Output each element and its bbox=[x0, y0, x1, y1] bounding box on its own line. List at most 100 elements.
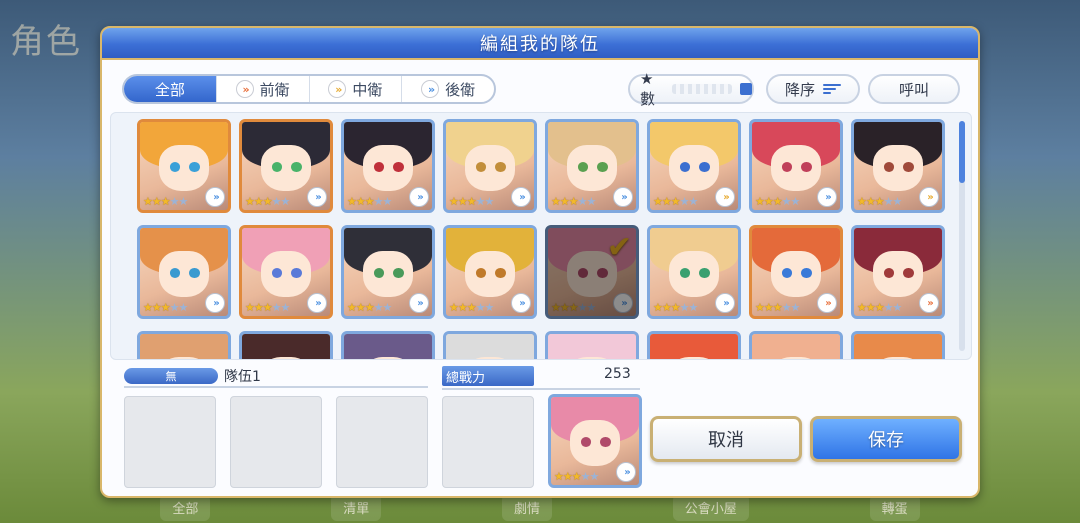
bg-nav-item: 清單 bbox=[331, 494, 382, 521]
character-card[interactable]: ★★★★★ » ✔ bbox=[545, 225, 639, 319]
star-rating: ★★★★★ bbox=[554, 470, 599, 483]
character-card[interactable]: ★★★★★» bbox=[647, 225, 741, 319]
back-position-icon: » bbox=[613, 293, 633, 313]
dialog-title: 編組我的隊伍 bbox=[102, 28, 978, 60]
character-eye bbox=[597, 162, 608, 173]
character-face bbox=[771, 144, 821, 191]
character-card[interactable]: ★★★★★» bbox=[851, 225, 945, 319]
middle-position-icon: » bbox=[328, 80, 347, 98]
star-rating: ★★★★★ bbox=[653, 195, 698, 208]
back-position-icon: » bbox=[205, 187, 225, 207]
star-rating: ★★★★★ bbox=[347, 301, 392, 314]
tab-front[interactable]: » 前衛 bbox=[217, 76, 310, 102]
character-card[interactable]: ★★★★★» bbox=[749, 225, 843, 319]
character-card[interactable]: ★★★★★» bbox=[749, 331, 843, 359]
character-roster: ★★★★★» ★★★★★» ★★★★★» ★★★★★» ★★★★★» ★★★★★» ★★★★… bbox=[110, 112, 972, 360]
character-card[interactable]: ★★★★★» bbox=[239, 331, 333, 359]
character-card[interactable]: ★★★★★ » bbox=[548, 394, 642, 488]
call-label: 呼叫 bbox=[898, 80, 929, 99]
character-eye bbox=[393, 162, 404, 173]
team-tag: 無 bbox=[124, 368, 218, 384]
character-eye bbox=[291, 268, 302, 279]
character-face bbox=[363, 250, 413, 297]
call-button[interactable]: 呼叫 bbox=[868, 74, 960, 104]
star-sort-button[interactable]: ★數 bbox=[628, 70, 754, 108]
character-card[interactable]: ★★★★★» bbox=[239, 119, 333, 213]
star-rating: ★★★★★ bbox=[245, 195, 290, 208]
character-card[interactable]: ★★★★★» bbox=[137, 331, 231, 359]
character-card[interactable]: ★★★★★ » bbox=[137, 119, 231, 213]
back-position-icon: » bbox=[421, 80, 440, 98]
star-rating: ★★★★★ bbox=[755, 195, 800, 208]
scrollbar-thumb[interactable] bbox=[959, 121, 965, 183]
tab-middle[interactable]: » 中衛 bbox=[310, 76, 403, 102]
cancel-button[interactable]: 取消 bbox=[650, 416, 802, 462]
save-button[interactable]: 保存 bbox=[810, 416, 962, 462]
back-position-icon: » bbox=[307, 293, 327, 313]
character-face bbox=[465, 144, 515, 191]
star-rating: ★★★★★ bbox=[449, 301, 494, 314]
sort-dropdown-track bbox=[672, 84, 732, 94]
party-slot-5[interactable]: ★★★★★ » bbox=[548, 394, 642, 488]
character-face bbox=[873, 250, 923, 297]
character-card[interactable]: ★★★★★» bbox=[443, 331, 537, 359]
star-rating: ★★★★★ bbox=[653, 301, 698, 314]
character-card[interactable]: ★★★★★ » bbox=[749, 119, 843, 213]
character-card[interactable]: ★★★★★» bbox=[851, 119, 945, 213]
character-face bbox=[570, 419, 620, 466]
character-eye bbox=[699, 268, 710, 279]
back-position-icon: » bbox=[616, 462, 636, 482]
character-card[interactable]: ★★★★★ » bbox=[647, 119, 741, 213]
roster-scrollbar[interactable] bbox=[959, 121, 965, 351]
character-card[interactable]: ★★★★★» bbox=[137, 225, 231, 319]
character-face bbox=[261, 250, 311, 297]
filter-bar: 全部 » 前衛 » 中衛 » 後衛 ★數 降序 呼叫 bbox=[122, 70, 960, 108]
tab-middle-label: 中衛 bbox=[352, 80, 383, 99]
bg-nav-item: 劇情 bbox=[501, 494, 552, 521]
character-card[interactable]: ★★★★★ » bbox=[239, 225, 333, 319]
character-card[interactable]: ★★★★★» bbox=[341, 331, 435, 359]
character-card[interactable]: ★★★★★» bbox=[341, 225, 435, 319]
divider bbox=[124, 386, 428, 388]
character-face bbox=[771, 250, 821, 297]
party-slot-4[interactable] bbox=[442, 396, 534, 488]
roster-grid: ★★★★★» ★★★★★» ★★★★★» ★★★★★» ★★★★★» ★★★★★» ★★★★… bbox=[137, 119, 945, 359]
tab-back[interactable]: » 後衛 bbox=[402, 76, 494, 102]
back-position-icon: » bbox=[817, 187, 837, 207]
character-eye bbox=[189, 268, 200, 279]
character-face bbox=[567, 144, 617, 191]
character-eye bbox=[903, 162, 914, 173]
position-filter: 全部 » 前衛 » 中衛 » 後衛 bbox=[122, 74, 496, 104]
party-slot-2[interactable] bbox=[230, 396, 322, 488]
character-eye bbox=[189, 162, 200, 173]
character-card[interactable]: ★★★★★» bbox=[545, 119, 639, 213]
sort-order-button[interactable]: 降序 bbox=[766, 74, 860, 104]
tab-front-label: 前衛 bbox=[259, 80, 290, 99]
star-rating: ★★★★★ bbox=[245, 301, 290, 314]
tab-all[interactable]: 全部 bbox=[124, 76, 217, 102]
total-power-label: 總戰力 bbox=[442, 366, 534, 386]
character-eye bbox=[903, 268, 914, 279]
star-rating: ★★★★★ bbox=[857, 301, 902, 314]
character-card[interactable]: ★★★★★» bbox=[545, 331, 639, 359]
sort-descending-icon bbox=[823, 84, 841, 94]
front-position-icon: » bbox=[817, 293, 837, 313]
divider bbox=[442, 388, 640, 390]
star-rating: ★★★★★ bbox=[143, 195, 188, 208]
star-sort-label: ★數 bbox=[640, 69, 656, 108]
character-card[interactable]: ★★★★★» bbox=[647, 331, 741, 359]
star-rating: ★★★★★ bbox=[449, 195, 494, 208]
character-face bbox=[669, 250, 719, 297]
bg-nav-item: 全部 bbox=[160, 494, 211, 521]
party-slot-1[interactable] bbox=[124, 396, 216, 488]
mid-position-icon: » bbox=[715, 187, 735, 207]
character-eye bbox=[600, 437, 611, 448]
back-position-icon: » bbox=[613, 187, 633, 207]
sort-order-label: 降序 bbox=[784, 80, 815, 99]
character-card[interactable]: ★★★★★» bbox=[341, 119, 435, 213]
character-card[interactable]: ★★★★★» bbox=[851, 331, 945, 359]
character-card[interactable]: ★★★★★» bbox=[443, 119, 537, 213]
back-position-icon: » bbox=[409, 187, 429, 207]
character-card[interactable]: ★★★★★» bbox=[443, 225, 537, 319]
party-slot-3[interactable] bbox=[336, 396, 428, 488]
